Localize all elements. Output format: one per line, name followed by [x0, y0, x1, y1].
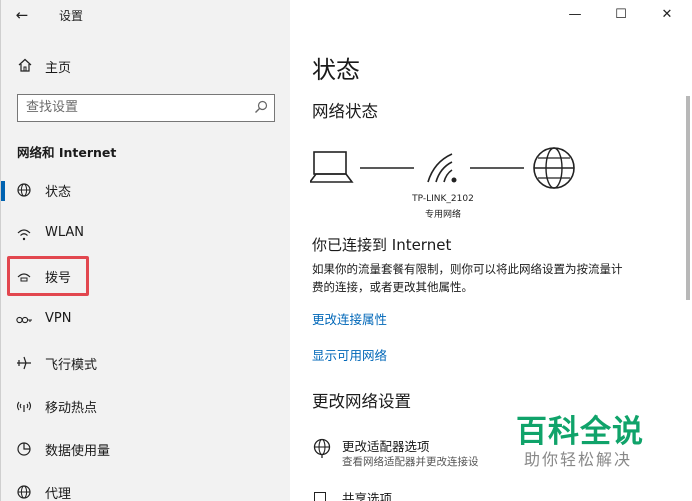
globe-icon — [17, 183, 31, 197]
sidebar-item-airplane[interactable]: 飞行模式 — [1, 343, 291, 383]
maximize-button[interactable]: ☐ — [598, 0, 644, 30]
sidebar-item-status[interactable]: 状态 — [1, 170, 291, 210]
hotspot-icon — [16, 401, 32, 412]
globe-icon — [17, 485, 31, 499]
airplane-icon — [17, 356, 31, 370]
adapter-options-title: 更改适配器选项 — [342, 439, 430, 454]
sidebar-item-proxy[interactable]: 代理 — [1, 472, 291, 501]
sidebar-item-data-usage[interactable]: 数据使用量 — [1, 429, 291, 469]
group-title: 网络和 Internet — [17, 145, 117, 160]
change-connection-properties-link[interactable]: 更改连接属性 — [312, 309, 387, 328]
back-button[interactable]: ← — [9, 4, 35, 26]
show-available-networks-link[interactable]: 显示可用网络 — [312, 345, 387, 364]
globe-icon — [313, 438, 331, 458]
share-icon — [314, 492, 326, 501]
sidebar-item-label: 移动热点 — [45, 401, 98, 416]
minimize-button[interactable]: — — [552, 0, 598, 30]
wifi-icon — [17, 229, 31, 241]
search-input[interactable] — [18, 95, 248, 120]
data-usage-icon — [17, 442, 31, 456]
app-title: 设置 — [59, 9, 84, 23]
vpn-icon — [16, 316, 32, 324]
change-network-settings-title: 更改网络设置 — [312, 392, 411, 411]
laptop-icon — [310, 151, 354, 183]
window-controls: — ☐ ✕ — [552, 0, 692, 30]
sidebar-item-label: 代理 — [45, 487, 72, 501]
titlebar-left: ← 设置 — [1, 0, 291, 30]
internet-globe-icon — [533, 147, 575, 189]
sidebar-item-label: VPN — [45, 311, 72, 326]
sidebar: ← 设置 主页 网络和 Internet 状态 WLAN — [0, 0, 290, 501]
home-icon — [18, 58, 32, 72]
sharing-options[interactable]: 共享选项 — [312, 488, 512, 501]
description-line: 如果你的流量套餐有限制，则你可以将此网络设置为按流量计 — [312, 262, 623, 276]
sidebar-item-label: 状态 — [45, 185, 72, 200]
highlight-box — [7, 256, 89, 296]
watermark-line2: 助你轻松解决 — [524, 450, 633, 469]
sidebar-item-hotspot[interactable]: 移动热点 — [1, 386, 291, 426]
description-line: 费的连接，或者更改其他属性。 — [312, 280, 473, 294]
sharing-options-title: 共享选项 — [342, 491, 393, 501]
scrollbar[interactable] — [686, 96, 690, 300]
sidebar-item-label: 主页 — [45, 61, 72, 76]
metered-description: 如果你的流量套餐有限制，则你可以将此网络设置为按流量计 费的连接，或者更改其他属… — [312, 260, 690, 296]
watermark-logo: 百科全说 助你轻松解决 — [512, 406, 672, 472]
watermark-line1: 百科全说 — [516, 414, 644, 450]
network-name: TP-LINK_2102 — [412, 194, 474, 204]
connection-status: 你已连接到 Internet — [312, 236, 452, 254]
sidebar-item-label: 数据使用量 — [45, 444, 111, 459]
search-box[interactable] — [17, 94, 275, 122]
close-button[interactable]: ✕ — [644, 0, 690, 30]
sidebar-item-label: WLAN — [45, 225, 85, 240]
main-panel: — ☐ ✕ 状态 网络状态 TP-LINK_2102 专用网络 你已连接到 In… — [290, 0, 692, 501]
adapter-options-desc: 查看网络适配器并更改连接设 — [342, 456, 479, 468]
search-icon[interactable] — [254, 100, 268, 114]
sidebar-item-wlan[interactable]: WLAN — [1, 214, 291, 254]
sidebar-item-home[interactable]: 主页 — [1, 52, 291, 80]
wifi-signal-icon — [427, 153, 457, 183]
page-title: 状态 — [312, 56, 360, 84]
sidebar-item-vpn[interactable]: VPN — [1, 300, 291, 340]
sidebar-item-label: 飞行模式 — [45, 358, 98, 373]
network-status-title: 网络状态 — [312, 102, 378, 121]
network-type: 专用网络 — [424, 210, 461, 220]
